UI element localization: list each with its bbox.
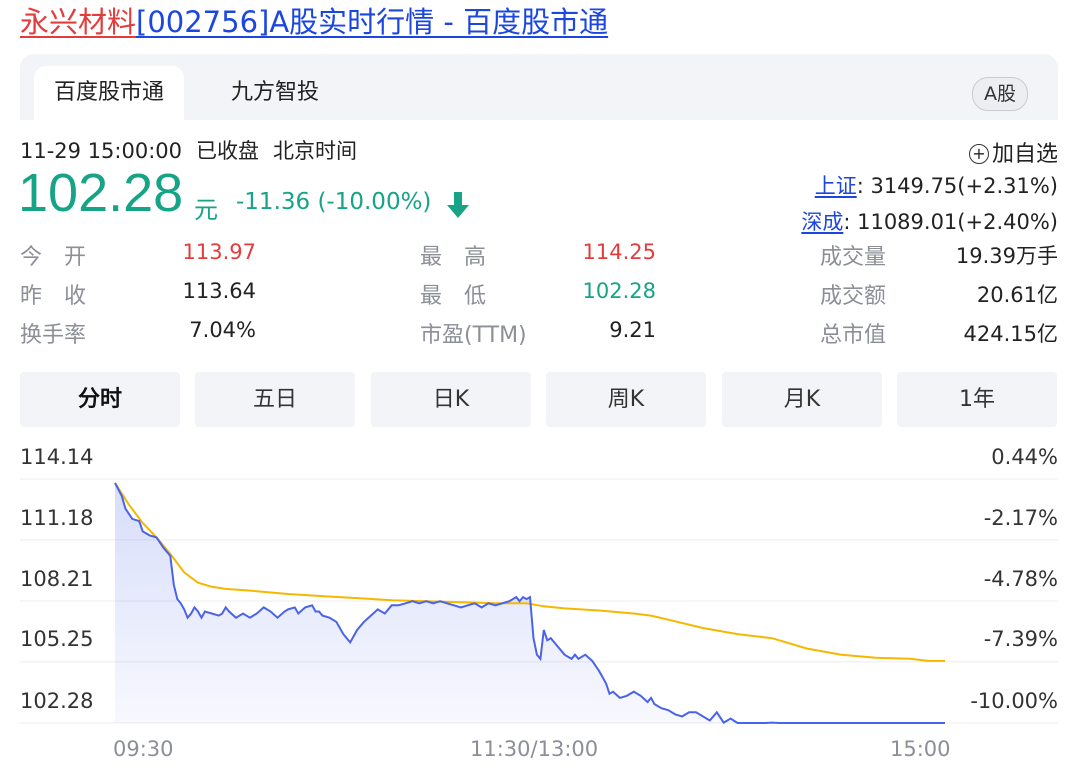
intraday-chart[interactable] <box>0 0 1080 769</box>
